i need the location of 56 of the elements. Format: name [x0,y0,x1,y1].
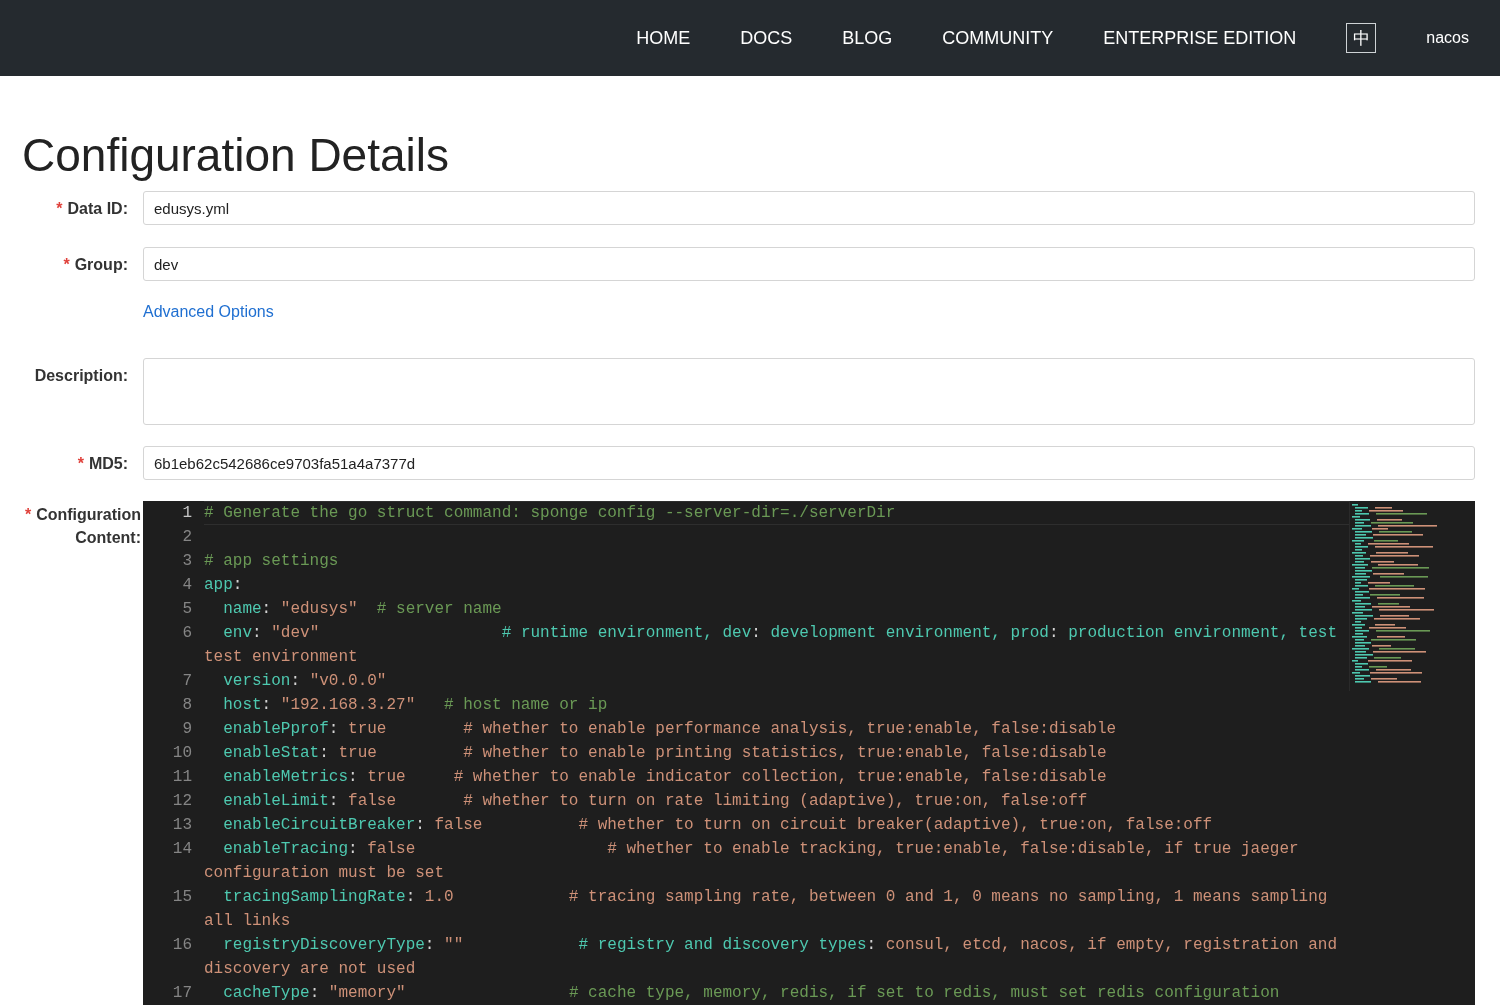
field-label: * Group: [62,255,128,274]
user-name[interactable]: nacos [1426,29,1469,47]
line-number: 6 [181,623,193,644]
field-label: * Configuration Content: [23,505,141,548]
code-line: name: "edusys" # server name [222,599,503,620]
code-line: discovery are not used [204,959,417,980]
line-number: 10 [171,743,193,764]
line-number: 17 [171,983,193,1004]
code-line: version: "v0.0.0" [222,671,388,692]
field-label: * Data ID: [55,199,128,218]
code-line: registryDiscoveryType: "" # registry and discovery types: consul, etcd, nacos, if empty, registration and [222,935,1338,956]
text-field[interactable]: dev [143,247,1475,281]
nav-link[interactable]: HOME [636,27,691,49]
line-number: 8 [181,695,193,716]
line-number: 11 [171,767,193,788]
code-line: host: "192.168.3.27" # host name or ip [222,695,609,716]
line-number: 9 [181,719,193,740]
code-line: # Generate the go struct command: sponge config --server-dir=./serverDir [204,503,897,524]
description-field[interactable] [143,358,1475,425]
line-number: 3 [181,551,193,572]
code-line: # app settings [204,551,340,572]
line-number: 15 [171,887,193,908]
code-line: enablePprof: true # whether to enable performance analysis, true:enable, false:disable [222,719,1118,740]
text-field[interactable]: 6b1eb62c542686ce9703fa51a4a7377d [143,446,1475,480]
code-line: configuration must be set [204,863,446,884]
line-number: 14 [171,839,193,860]
nav-link[interactable]: DOCS [740,27,793,49]
line-number: 2 [181,527,193,548]
line-number: 1 [181,503,193,524]
advanced-options-link[interactable]: Advanced Options [143,302,1475,322]
code-line: tracingSamplingRate: 1.0 # tracing sampling rate, between 0 and 1, 0 means no sampling, 1 means sampling [222,887,1329,908]
code-line: cacheType: "memory" # cache type, memory, redis, if set to redis, must set redis configuration [222,983,1281,1004]
language-toggle-button[interactable]: 中 [1346,23,1377,53]
code-line: enableTracing: false # whether to enable tracking, true:enable, false:disable, if true jaeger [222,839,1300,860]
code-line: all links [204,911,292,932]
nav-link[interactable]: COMMUNITY [942,27,1054,49]
code-line: env: "dev" # runtime environment, dev: development environment, prod: production environment, test [222,623,1338,644]
code-line: enableStat: true # whether to enable printing statistics, true:enable, false:disable [222,743,1108,764]
line-number: 7 [181,671,193,692]
page-title: Configuration Details [22,128,450,183]
line-number: 5 [181,599,193,620]
field-label: * MD5: [76,454,128,473]
line-number: 16 [171,935,193,956]
line-number: 13 [171,815,193,836]
nav-link[interactable]: BLOG [842,27,893,49]
code-line: enableLimit: false # whether to turn on rate limiting (adaptive), true:on, false:off [222,791,1089,812]
nav-link[interactable]: ENTERPRISE EDITION [1103,27,1297,49]
field-label: Description: [33,366,128,385]
code-line: test environment [204,647,359,668]
line-number: 12 [171,791,193,812]
code-line: app: [204,575,244,596]
line-number: 4 [181,575,193,596]
code-editor[interactable] [143,501,1475,1005]
code-line: enableCircuitBreaker: false # whether to turn on circuit breaker(adaptive), true:on, false:off [222,815,1214,836]
text-field[interactable]: edusys.yml [143,191,1475,225]
code-line: enableMetrics: true # whether to enable indicator collection, true:enable, false:disable [222,767,1108,788]
